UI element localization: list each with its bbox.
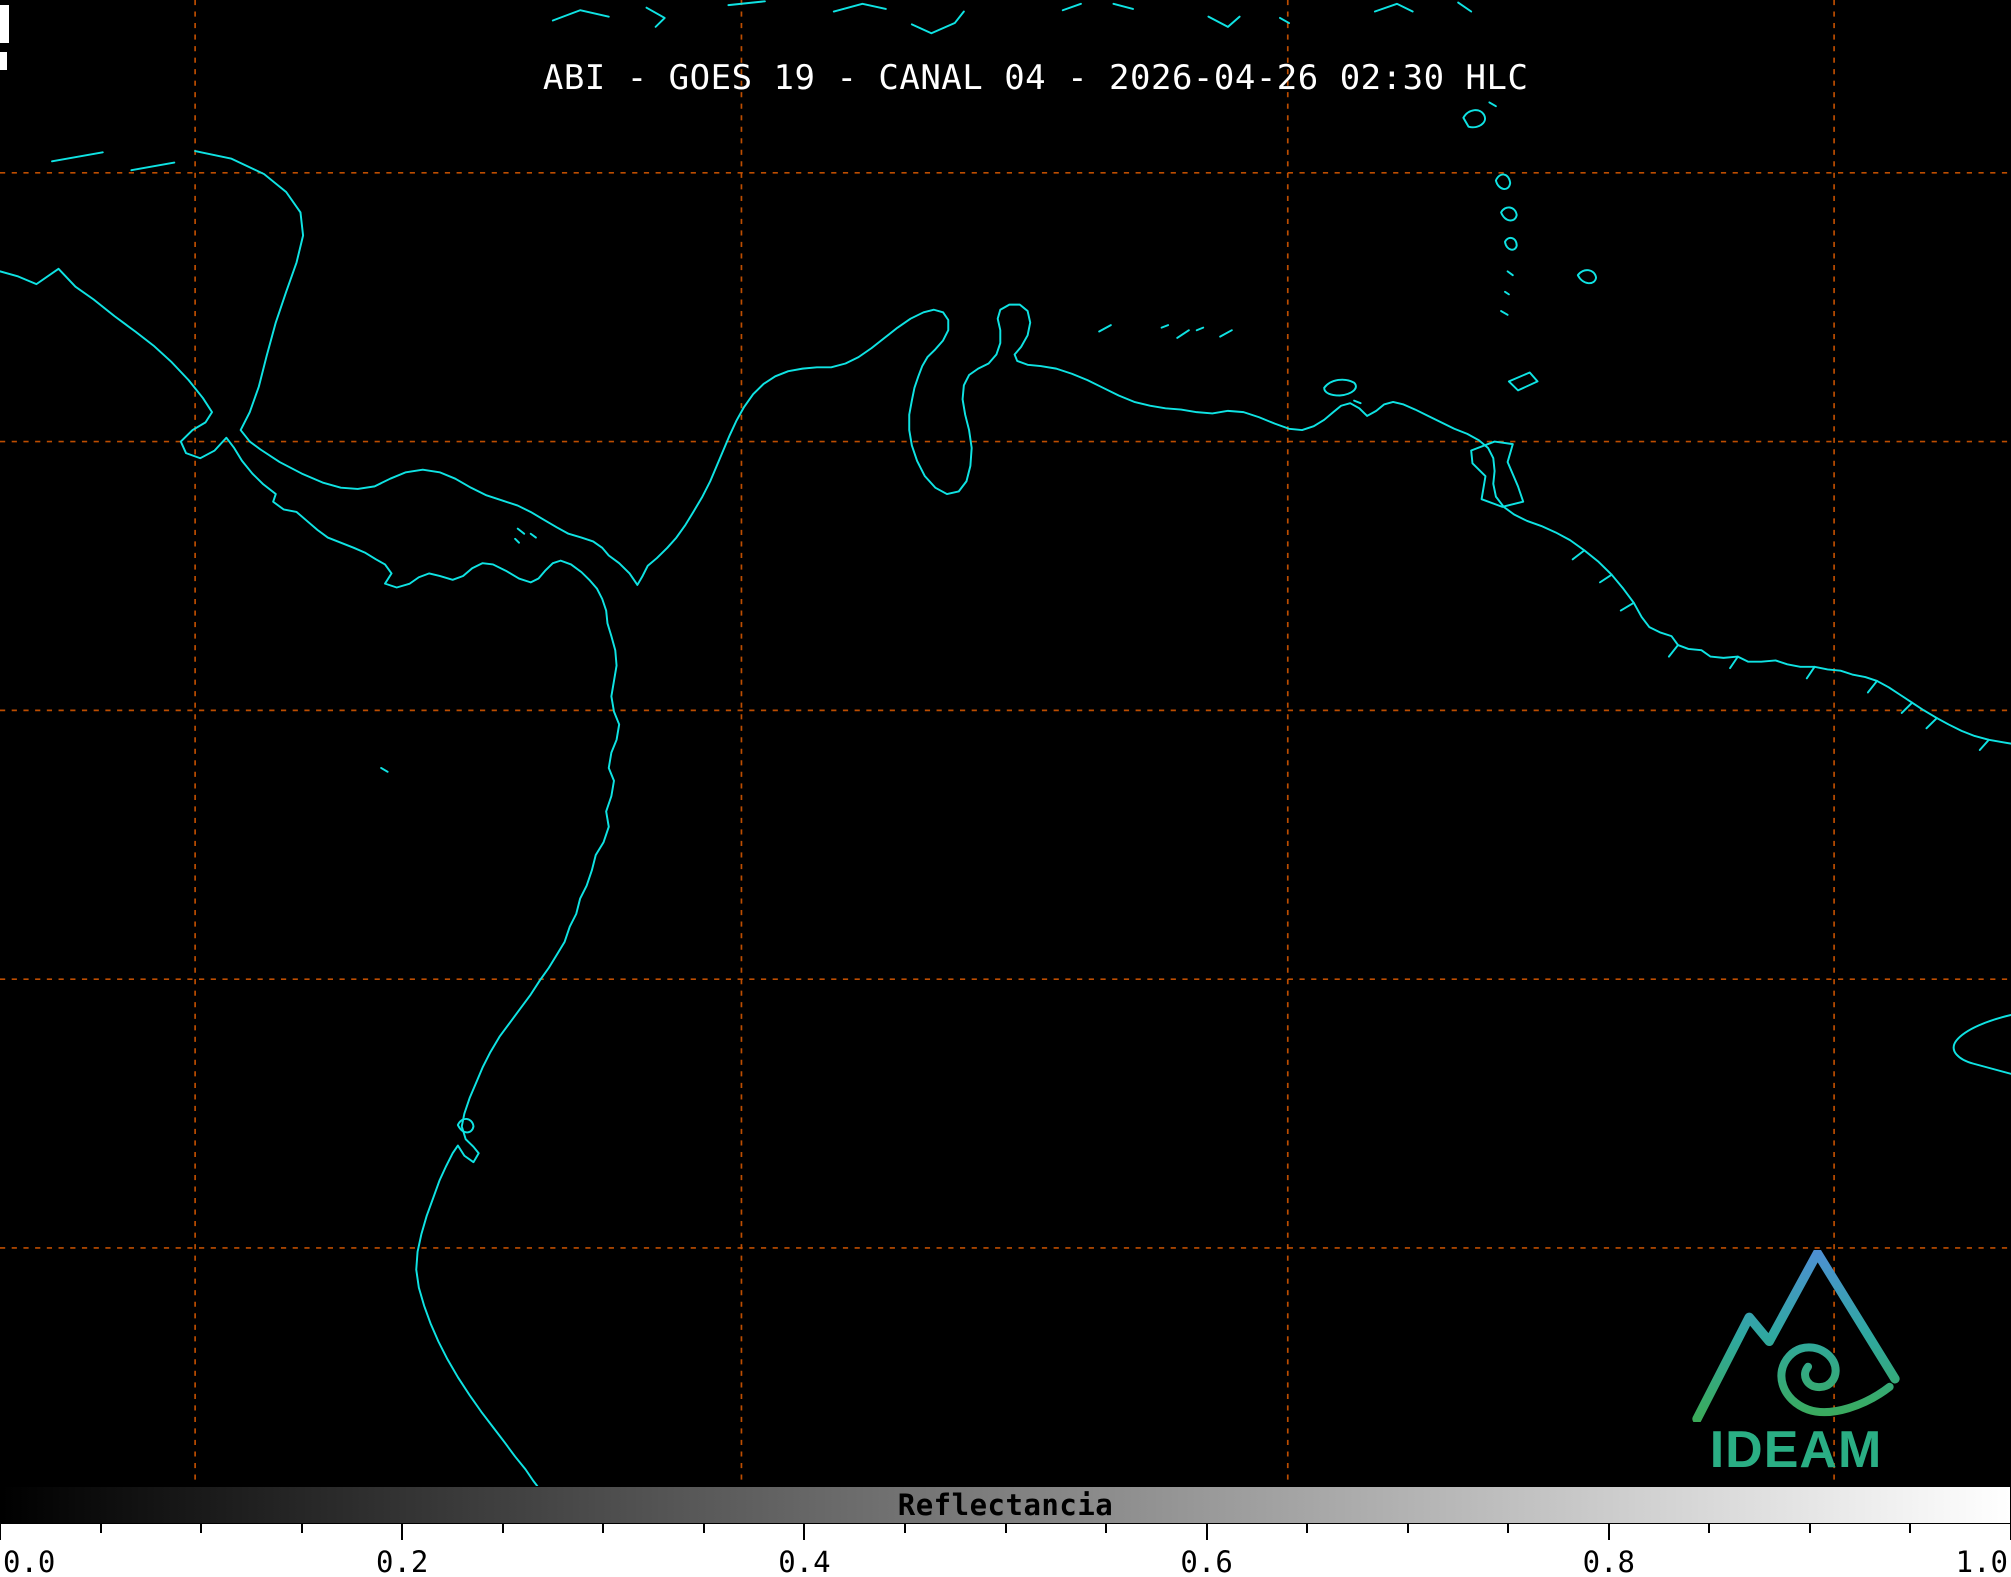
colorbar-tick [803, 1524, 806, 1540]
island [1504, 236, 1518, 251]
river-mouth [1729, 655, 1739, 670]
island [1506, 270, 1514, 277]
colorbar-tick [1507, 1524, 1510, 1533]
colorbar-tick [903, 1524, 906, 1533]
colorbar-tick-label: 0.2 [375, 1545, 429, 1577]
river-mouth [1925, 717, 1938, 730]
island [1160, 324, 1170, 329]
river-mouth [1667, 644, 1679, 658]
colorbar-tick [1808, 1524, 1811, 1533]
colorbar-tick [0, 1524, 1, 1540]
coastline-fragment [1278, 16, 1291, 24]
ideam-logo-text: IDEAM [1709, 1421, 1883, 1479]
colorbar-tick [401, 1524, 404, 1540]
island [1500, 310, 1509, 316]
colorbar-tick-label: 0.6 [1180, 1545, 1233, 1577]
coastline-fragment [832, 2, 887, 13]
colorbar-label: Reflectancia [897, 1488, 1114, 1522]
island [1219, 329, 1233, 338]
colorbar-tick-label: 1.0 [1955, 1545, 2008, 1577]
island [1494, 173, 1512, 190]
coastline-fragment [1207, 15, 1241, 28]
colorbar-tick [1306, 1524, 1309, 1533]
colorbar-tick [1004, 1524, 1007, 1533]
coastline-fragment [1061, 2, 1082, 12]
island [1504, 290, 1510, 296]
mountain-icon [1692, 1250, 1900, 1422]
colorbar-tick [702, 1524, 705, 1533]
island [1507, 371, 1539, 392]
image-title: ABI - GOES 19 - CANAL 04 - 2026-04-26 02… [542, 58, 1529, 98]
river-mouth [1598, 573, 1613, 584]
satellite-image-viewer: ABI - GOES 19 - CANAL 04 - 2026-04-26 02… [0, 0, 2011, 1577]
colorbar-tick [501, 1524, 504, 1533]
colorbar-tick [300, 1524, 303, 1533]
island [1500, 206, 1518, 222]
river-mouth [1619, 601, 1635, 612]
island [1488, 101, 1497, 108]
hurricane-spiral-icon [1777, 1343, 1894, 1417]
coastline-fragment [130, 161, 176, 172]
island [1098, 324, 1112, 333]
island [1462, 109, 1486, 129]
river-mouth [1866, 679, 1878, 694]
satellite-map: ABI - GOES 19 - CANAL 04 - 2026-04-26 02… [0, 0, 2011, 1486]
clipped-label-artifact [0, 5, 9, 43]
colorbar-tick [1406, 1524, 1409, 1533]
river-mouth [1805, 665, 1816, 680]
island [380, 766, 389, 773]
colorbar: Reflectancia [0, 1486, 2011, 1524]
island [1323, 378, 1357, 397]
coastline-fragment [551, 9, 610, 22]
island [456, 1118, 475, 1134]
island [1576, 269, 1598, 285]
colorbar-tick [99, 1524, 102, 1533]
colorbar-tick [200, 1524, 203, 1533]
coastline-fragment [1112, 2, 1134, 10]
ideam-logo-mark [1692, 1250, 1900, 1422]
coastline-fragment [1457, 1, 1473, 13]
colorbar-tick [1205, 1524, 1208, 1540]
river-mouth [1900, 701, 1914, 714]
coastline-fragment [727, 0, 766, 7]
coastline-fragment [51, 151, 104, 163]
island [1353, 399, 1362, 405]
coastline-pacific [0, 267, 621, 1486]
island [514, 527, 537, 544]
colorbar-axis: 0.0 0.2 0.4 0.6 0.8 1.0 [0, 1524, 2011, 1577]
clipped-label-artifact [0, 52, 7, 70]
colorbar-tick [1607, 1524, 1610, 1540]
colorbar-tick [1105, 1524, 1108, 1533]
island [1195, 326, 1205, 332]
colorbar-tick [1909, 1524, 1912, 1533]
island [1176, 329, 1190, 339]
colorbar-tick-label: 0.8 [1582, 1545, 1635, 1577]
coastline-caribbean-mainland [194, 150, 2011, 745]
coastline-fragment [645, 6, 666, 28]
river-mouth [1978, 738, 1990, 751]
colorbar-tick [602, 1524, 605, 1533]
coastline-fragment [1952, 1014, 2011, 1075]
ideam-logo: IDEAM [1689, 1250, 1903, 1480]
river-mouth [1571, 549, 1586, 561]
colorbar-tick [1708, 1524, 1711, 1533]
coastline-fragment [1373, 2, 1414, 13]
coastline-fragment [910, 10, 965, 35]
colorbar-tick-label: 0.4 [778, 1545, 831, 1577]
colorbar-tick-label: 0.0 [3, 1545, 56, 1577]
